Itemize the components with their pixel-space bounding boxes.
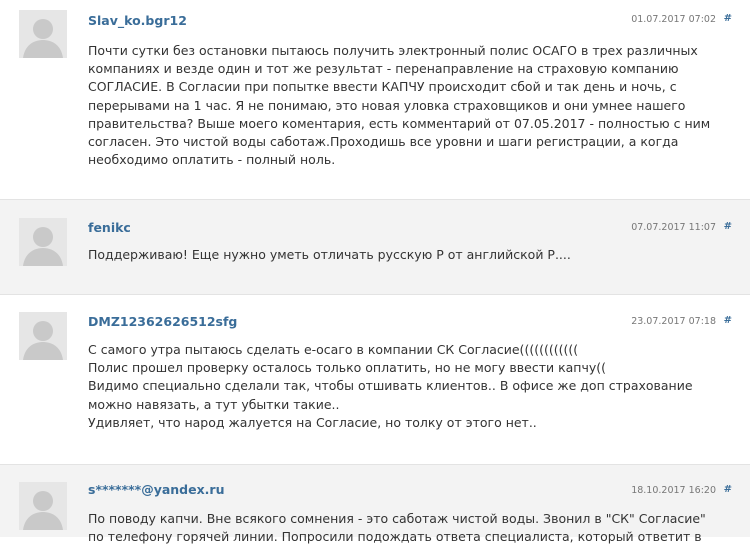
- permalink-link[interactable]: #: [724, 484, 732, 495]
- comment-date: 18.10.2017 16:20: [631, 485, 716, 496]
- comment-line: согласен. Это чистой воды саботаж.Проход…: [88, 134, 679, 150]
- comment-text: Почти сутки без остановки пытаюсь получи…: [88, 42, 711, 169]
- comment-item: DMZ12362626512sfg 23.07.2017 07:18 # С с…: [0, 295, 750, 465]
- comment-line: По поводу капчи. Вне всякого сомнения - …: [88, 511, 706, 526]
- user-placeholder-icon: [19, 312, 67, 360]
- comment-author[interactable]: DMZ12362626512sfg: [88, 314, 237, 329]
- comment-line: СОГЛАСИЕ. В Согласии при попытке ввести …: [88, 79, 677, 95]
- comment-line: компаниях и везде один и тот же результа…: [88, 61, 679, 77]
- comment-date: 01.07.2017 07:02: [631, 14, 716, 25]
- comment-item: fenikc 07.07.2017 11:07 # Поддерживаю! Е…: [0, 200, 750, 295]
- avatar: [19, 10, 67, 58]
- avatar: [19, 312, 67, 360]
- avatar: [19, 482, 67, 530]
- comment-line: правительства? Выше моего коментария, ес…: [88, 115, 711, 131]
- comment-line: Полис прошел проверку осталось только оп…: [88, 360, 606, 376]
- comment-item: s*******@yandex.ru 18.10.2017 16:20 # По…: [0, 465, 750, 544]
- comment-line: необходимо оплатить - полный ноль.: [88, 152, 336, 168]
- comment-author[interactable]: fenikc: [88, 220, 131, 235]
- permalink-link[interactable]: #: [724, 221, 732, 232]
- avatar: [19, 218, 67, 266]
- comment-author[interactable]: Slav_ko.bgr12: [88, 13, 187, 28]
- permalink-link[interactable]: #: [724, 13, 732, 24]
- comment-line: перерывами на 1 час. Я не понимаю, это н…: [88, 97, 686, 113]
- comment-date: 23.07.2017 07:18: [631, 316, 716, 327]
- comment-line: Видимо специально сделали так, чтобы отш…: [88, 378, 693, 394]
- comment-text: По поводу капчи. Вне всякого сомнения - …: [88, 510, 706, 546]
- comment-date: 07.07.2017 11:07: [631, 222, 716, 233]
- comment-author[interactable]: s*******@yandex.ru: [88, 482, 224, 497]
- comment-line: Удивляет, что народ жалуется на Согласие…: [88, 414, 537, 430]
- permalink-link[interactable]: #: [724, 315, 732, 326]
- comment-line: Поддерживаю! Еще нужно уметь отличать ру…: [88, 247, 571, 262]
- comment-text: Поддерживаю! Еще нужно уметь отличать ру…: [88, 246, 668, 264]
- comment-text: С самого утра пытаюсь сделать е-осаго в …: [88, 341, 693, 432]
- comment-line: по телефону горячей линии. Попросили под…: [88, 529, 702, 545]
- user-placeholder-icon: [19, 482, 67, 530]
- user-placeholder-icon: [19, 10, 67, 58]
- comment-line: можно навязать, а тут убытки такие..: [88, 396, 340, 412]
- user-placeholder-icon: [19, 218, 67, 266]
- comment-line: Почти сутки без остановки пытаюсь получи…: [88, 43, 698, 58]
- comment-item: Slav_ko.bgr12 01.07.2017 07:02 # Почти с…: [0, 0, 750, 200]
- comment-line: С самого утра пытаюсь сделать е-осаго в …: [88, 342, 579, 357]
